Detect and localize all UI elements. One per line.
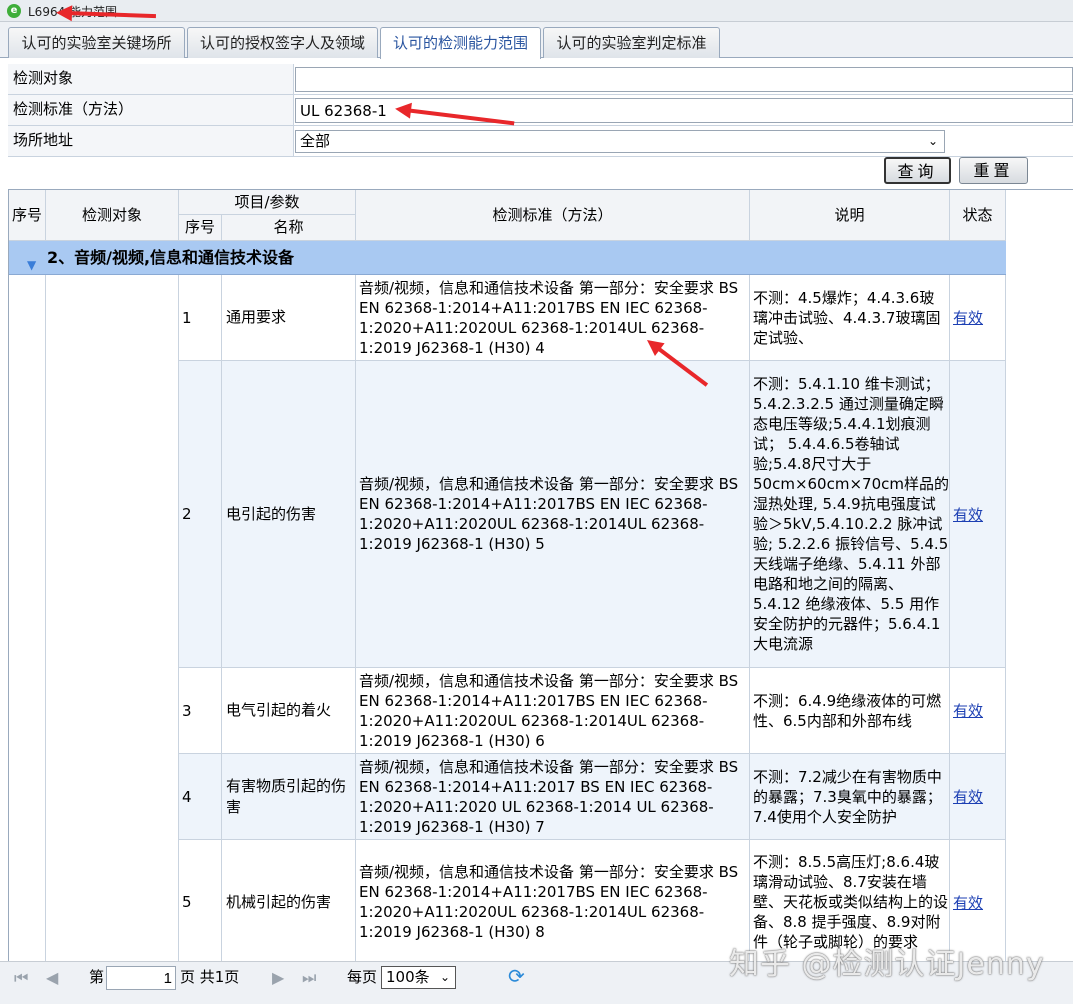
window-titlebar: e L6964 能力范围 — [0, 0, 1073, 22]
row-standard: 音频/视频，信息和通信技术设备 第一部分：安全要求 BS EN 62368-1:… — [356, 840, 750, 961]
object-label: 检测对象 — [8, 64, 294, 94]
row-note: 不测：4.5爆炸；4.4.3.6玻璃冲击试验、4.4.3.7玻璃固定试验、 — [750, 275, 950, 360]
form-row-object: 检测对象 — [8, 64, 1073, 95]
row-number: 5 — [179, 840, 222, 961]
row-status: 有效 — [950, 754, 1006, 839]
prev-page-icon[interactable]: ◀ — [46, 968, 58, 987]
app-logo-icon: e — [7, 4, 21, 18]
table-row: 4 有害物质引起的伤害 音频/视频，信息和通信技术设备 第一部分：安全要求 BS… — [179, 754, 1006, 840]
first-page-icon[interactable]: ⏮ — [14, 968, 28, 988]
row-name: 有害物质引起的伤害 — [222, 754, 356, 839]
row-standard: 音频/视频，信息和通信技术设备 第一部分：安全要求 BS EN 62368-1:… — [356, 275, 750, 360]
site-select[interactable]: 全部 ⌄ — [295, 130, 945, 153]
site-select-value: 全部 — [300, 132, 331, 150]
refresh-icon[interactable]: ⟳ — [508, 964, 525, 988]
header-note: 说明 — [750, 190, 950, 241]
row-status: 有效 — [950, 275, 1006, 360]
group-title: 2、音频/视频,信息和通信技术设备 — [47, 248, 295, 267]
row-name: 电气引起的着火 — [222, 668, 356, 753]
status-link[interactable]: 有效 — [953, 700, 983, 721]
tab-bar: 认可的实验室关键场所 认可的授权签字人及领域 认可的检测能力范围 认可的实验室判… — [0, 22, 1073, 59]
per-page-value: 100条 — [386, 968, 430, 986]
group-row[interactable]: ▼ 2、音频/视频,信息和通信技术设备 — [9, 241, 1006, 275]
status-link[interactable]: 有效 — [953, 504, 983, 525]
row-name: 通用要求 — [222, 275, 356, 360]
table-row: 3 电气引起的着火 音频/视频，信息和通信技术设备 第一部分：安全要求 BS E… — [179, 668, 1006, 754]
row-note: 不测：6.4.9绝缘液体的可燃性、6.5内部和外部布线 — [750, 668, 950, 753]
object-input[interactable] — [295, 67, 1073, 92]
row-note: 不测：7.2减少在有害物质中的暴露；7.3臭氧中的暴露；7.4使用个人安全防护 — [750, 754, 950, 839]
row-note: 不测：5.4.1.10 维卡测试； 5.4.2.3.2.5 通过测量确定瞬态电压… — [750, 361, 950, 667]
tab-test-scope[interactable]: 认可的检测能力范围 — [380, 27, 541, 59]
chevron-down-icon: ⌄ — [927, 134, 938, 148]
status-link[interactable]: 有效 — [953, 786, 983, 807]
row-name: 电引起的伤害 — [222, 361, 356, 667]
row-number: 2 — [179, 361, 222, 667]
site-label: 场所地址 — [8, 126, 294, 156]
header-item-seq: 序号 — [179, 215, 222, 241]
header-status: 状态 — [950, 190, 1006, 241]
chevron-down-icon: ⌄ — [439, 970, 450, 984]
table-row: 2 电引起的伤害 音频/视频，信息和通信技术设备 第一部分：安全要求 BS EN… — [179, 361, 1006, 668]
row-status: 有效 — [950, 668, 1006, 753]
query-button[interactable]: 查询 — [884, 157, 951, 184]
row-standard: 音频/视频，信息和通信技术设备 第一部分：安全要求 BS EN 62368-1:… — [356, 754, 750, 839]
reset-button[interactable]: 重置 — [959, 157, 1028, 184]
row-number: 3 — [179, 668, 222, 753]
form-row-site: 场所地址 全部 ⌄ — [8, 126, 1073, 157]
header-seq: 序号 — [9, 190, 46, 241]
header-item-name: 名称 — [222, 215, 356, 241]
page-number-input[interactable] — [106, 966, 176, 990]
last-page-icon[interactable]: ⏭ — [302, 968, 316, 988]
tab-key-sites[interactable]: 认可的实验室关键场所 — [8, 27, 185, 58]
tab-criteria[interactable]: 认可的实验室判定标准 — [543, 27, 720, 58]
row-number: 4 — [179, 754, 222, 839]
page-prefix: 第 — [89, 968, 105, 986]
row-standard: 音频/视频，信息和通信技术设备 第一部分：安全要求 BS EN 62368-1:… — [356, 361, 750, 667]
seq-column — [9, 275, 46, 961]
row-standard: 音频/视频，信息和通信技术设备 第一部分：安全要求 BS EN 62368-1:… — [356, 668, 750, 753]
row-name: 机械引起的伤害 — [222, 840, 356, 961]
next-page-icon[interactable]: ▶ — [272, 968, 284, 987]
row-number: 1 — [179, 275, 222, 360]
header-object: 检测对象 — [46, 190, 179, 241]
standard-label: 检测标准（方法） — [8, 95, 294, 125]
per-page-label: 每页 — [347, 968, 378, 986]
page-total: 页 共1页 — [180, 968, 240, 986]
per-page-select[interactable]: 100条 ⌄ — [381, 966, 456, 989]
results-grid: 序号 检测对象 项目/参数 序号 名称 检测标准（方法） 说明 状态 ▼ 2、音… — [8, 189, 1073, 961]
status-link[interactable]: 有效 — [953, 892, 983, 913]
form-row-standard: 检测标准（方法） — [8, 95, 1073, 126]
header-standard: 检测标准（方法） — [356, 190, 750, 241]
header-item-param: 项目/参数 — [179, 190, 356, 215]
table-row: 1 通用要求 音频/视频，信息和通信技术设备 第一部分：安全要求 BS EN 6… — [179, 275, 1006, 361]
watermark: 知乎 @检测认证Jenny — [729, 947, 1045, 982]
object-column — [46, 275, 179, 961]
tab-signatories[interactable]: 认可的授权签字人及领域 — [187, 27, 378, 58]
status-link[interactable]: 有效 — [953, 307, 983, 328]
row-status: 有效 — [950, 361, 1006, 667]
